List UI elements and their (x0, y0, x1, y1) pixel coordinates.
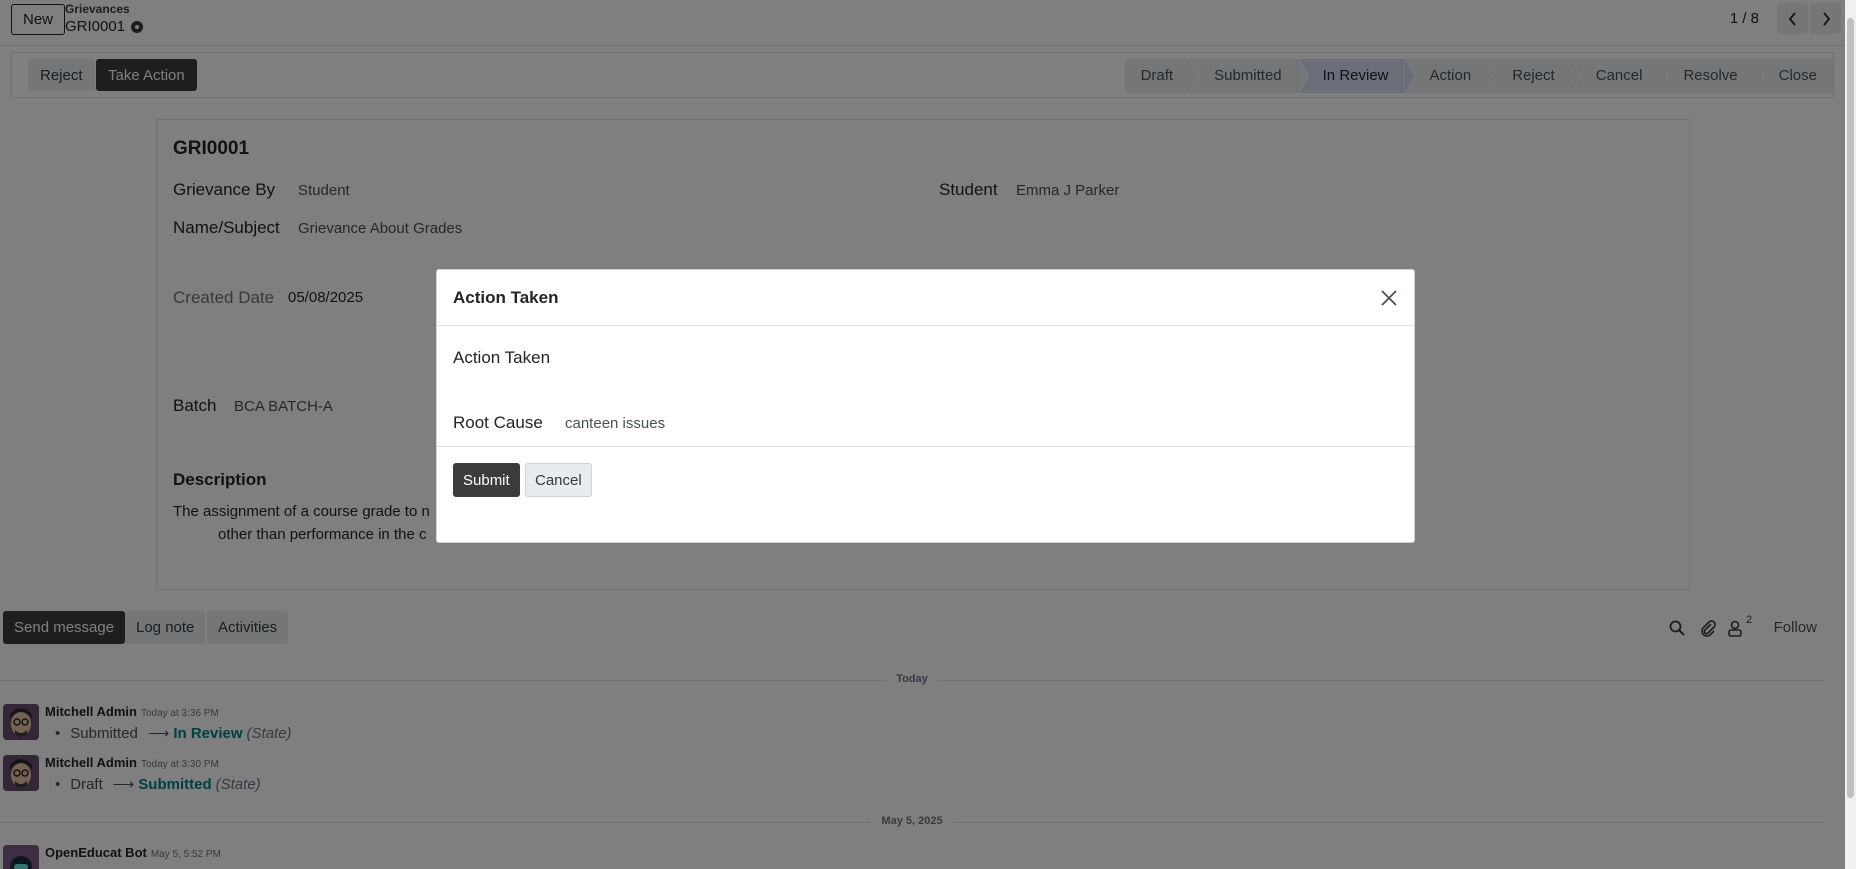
root-cause-label: Root Cause (453, 413, 543, 432)
close-button[interactable] (1378, 287, 1400, 309)
dialog-body: Action Taken Root Cause canteen issues (437, 326, 1414, 447)
dialog-footer: Submit Cancel (437, 448, 1414, 544)
root-cause-field[interactable]: canteen issues (565, 415, 665, 432)
action-taken-dialog: Action Taken Action Taken Root Cause can… (436, 269, 1415, 543)
dialog-title: Action Taken (453, 288, 559, 307)
cancel-button[interactable]: Cancel (525, 463, 592, 497)
submit-button[interactable]: Submit (453, 463, 520, 497)
action-taken-label: Action Taken (453, 348, 551, 367)
dialog-header: Action Taken (437, 270, 1414, 326)
action-taken-field[interactable] (565, 344, 1395, 372)
close-icon (1381, 290, 1397, 306)
scrollbar-thumb[interactable] (1847, 18, 1854, 798)
